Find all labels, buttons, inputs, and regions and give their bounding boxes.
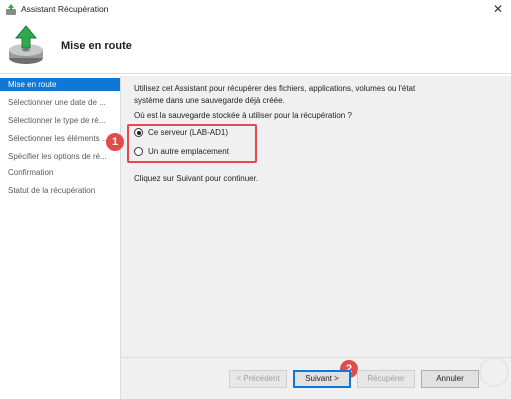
sidebar-item-confirmation[interactable]: Confirmation xyxy=(0,166,120,179)
sidebar-item-specify-options[interactable]: Spécifier les options de ré... xyxy=(0,150,120,163)
watermark-logo xyxy=(479,357,509,387)
sidebar-item-select-date[interactable]: Sélectionner une date de ... xyxy=(0,96,120,109)
recovery-app-icon xyxy=(6,4,16,15)
previous-button[interactable]: < Précédent xyxy=(229,370,287,388)
recovery-drive-icon xyxy=(9,25,43,64)
radio-label: Un autre emplacement xyxy=(148,147,229,156)
radio-label: Ce serveur (LAB-AD1) xyxy=(148,128,229,137)
title-bar: Assistant Récupération ✕ xyxy=(0,0,511,20)
close-icon[interactable]: ✕ xyxy=(491,2,505,16)
window-title: Assistant Récupération xyxy=(21,4,109,14)
wizard-steps-sidebar: Mise en route Sélectionner une date de .… xyxy=(0,78,120,399)
radio-unselected-icon[interactable] xyxy=(134,147,143,156)
backup-location-question: Où est la sauvegarde stockée à utiliser … xyxy=(134,111,352,120)
sidebar-item-recovery-status[interactable]: Statut de la récupération xyxy=(0,184,120,197)
intro-text: Utilisez cet Assistant pour récupérer de… xyxy=(134,84,416,105)
sidebar-item-select-type[interactable]: Sélectionner le type de ré... xyxy=(0,114,120,127)
sidebar-item-getting-started[interactable]: Mise en route xyxy=(0,78,120,91)
wizard-header: Mise en route xyxy=(0,20,511,74)
sidebar-item-select-items[interactable]: Sélectionner les éléments ... xyxy=(0,132,120,145)
next-button[interactable]: Suivant > xyxy=(293,370,351,388)
radio-selected-icon[interactable] xyxy=(134,128,143,137)
continue-hint: Cliquez sur Suivant pour continuer. xyxy=(134,174,259,183)
cancel-button[interactable]: Annuler xyxy=(421,370,479,388)
recover-button[interactable]: Récupérer xyxy=(357,370,415,388)
footer-divider xyxy=(120,357,511,358)
page-title: Mise en route xyxy=(61,40,132,52)
step-1-annotation-badge: 1 xyxy=(106,133,124,151)
wizard-content: Utilisez cet Assistant pour récupérer de… xyxy=(120,76,511,399)
